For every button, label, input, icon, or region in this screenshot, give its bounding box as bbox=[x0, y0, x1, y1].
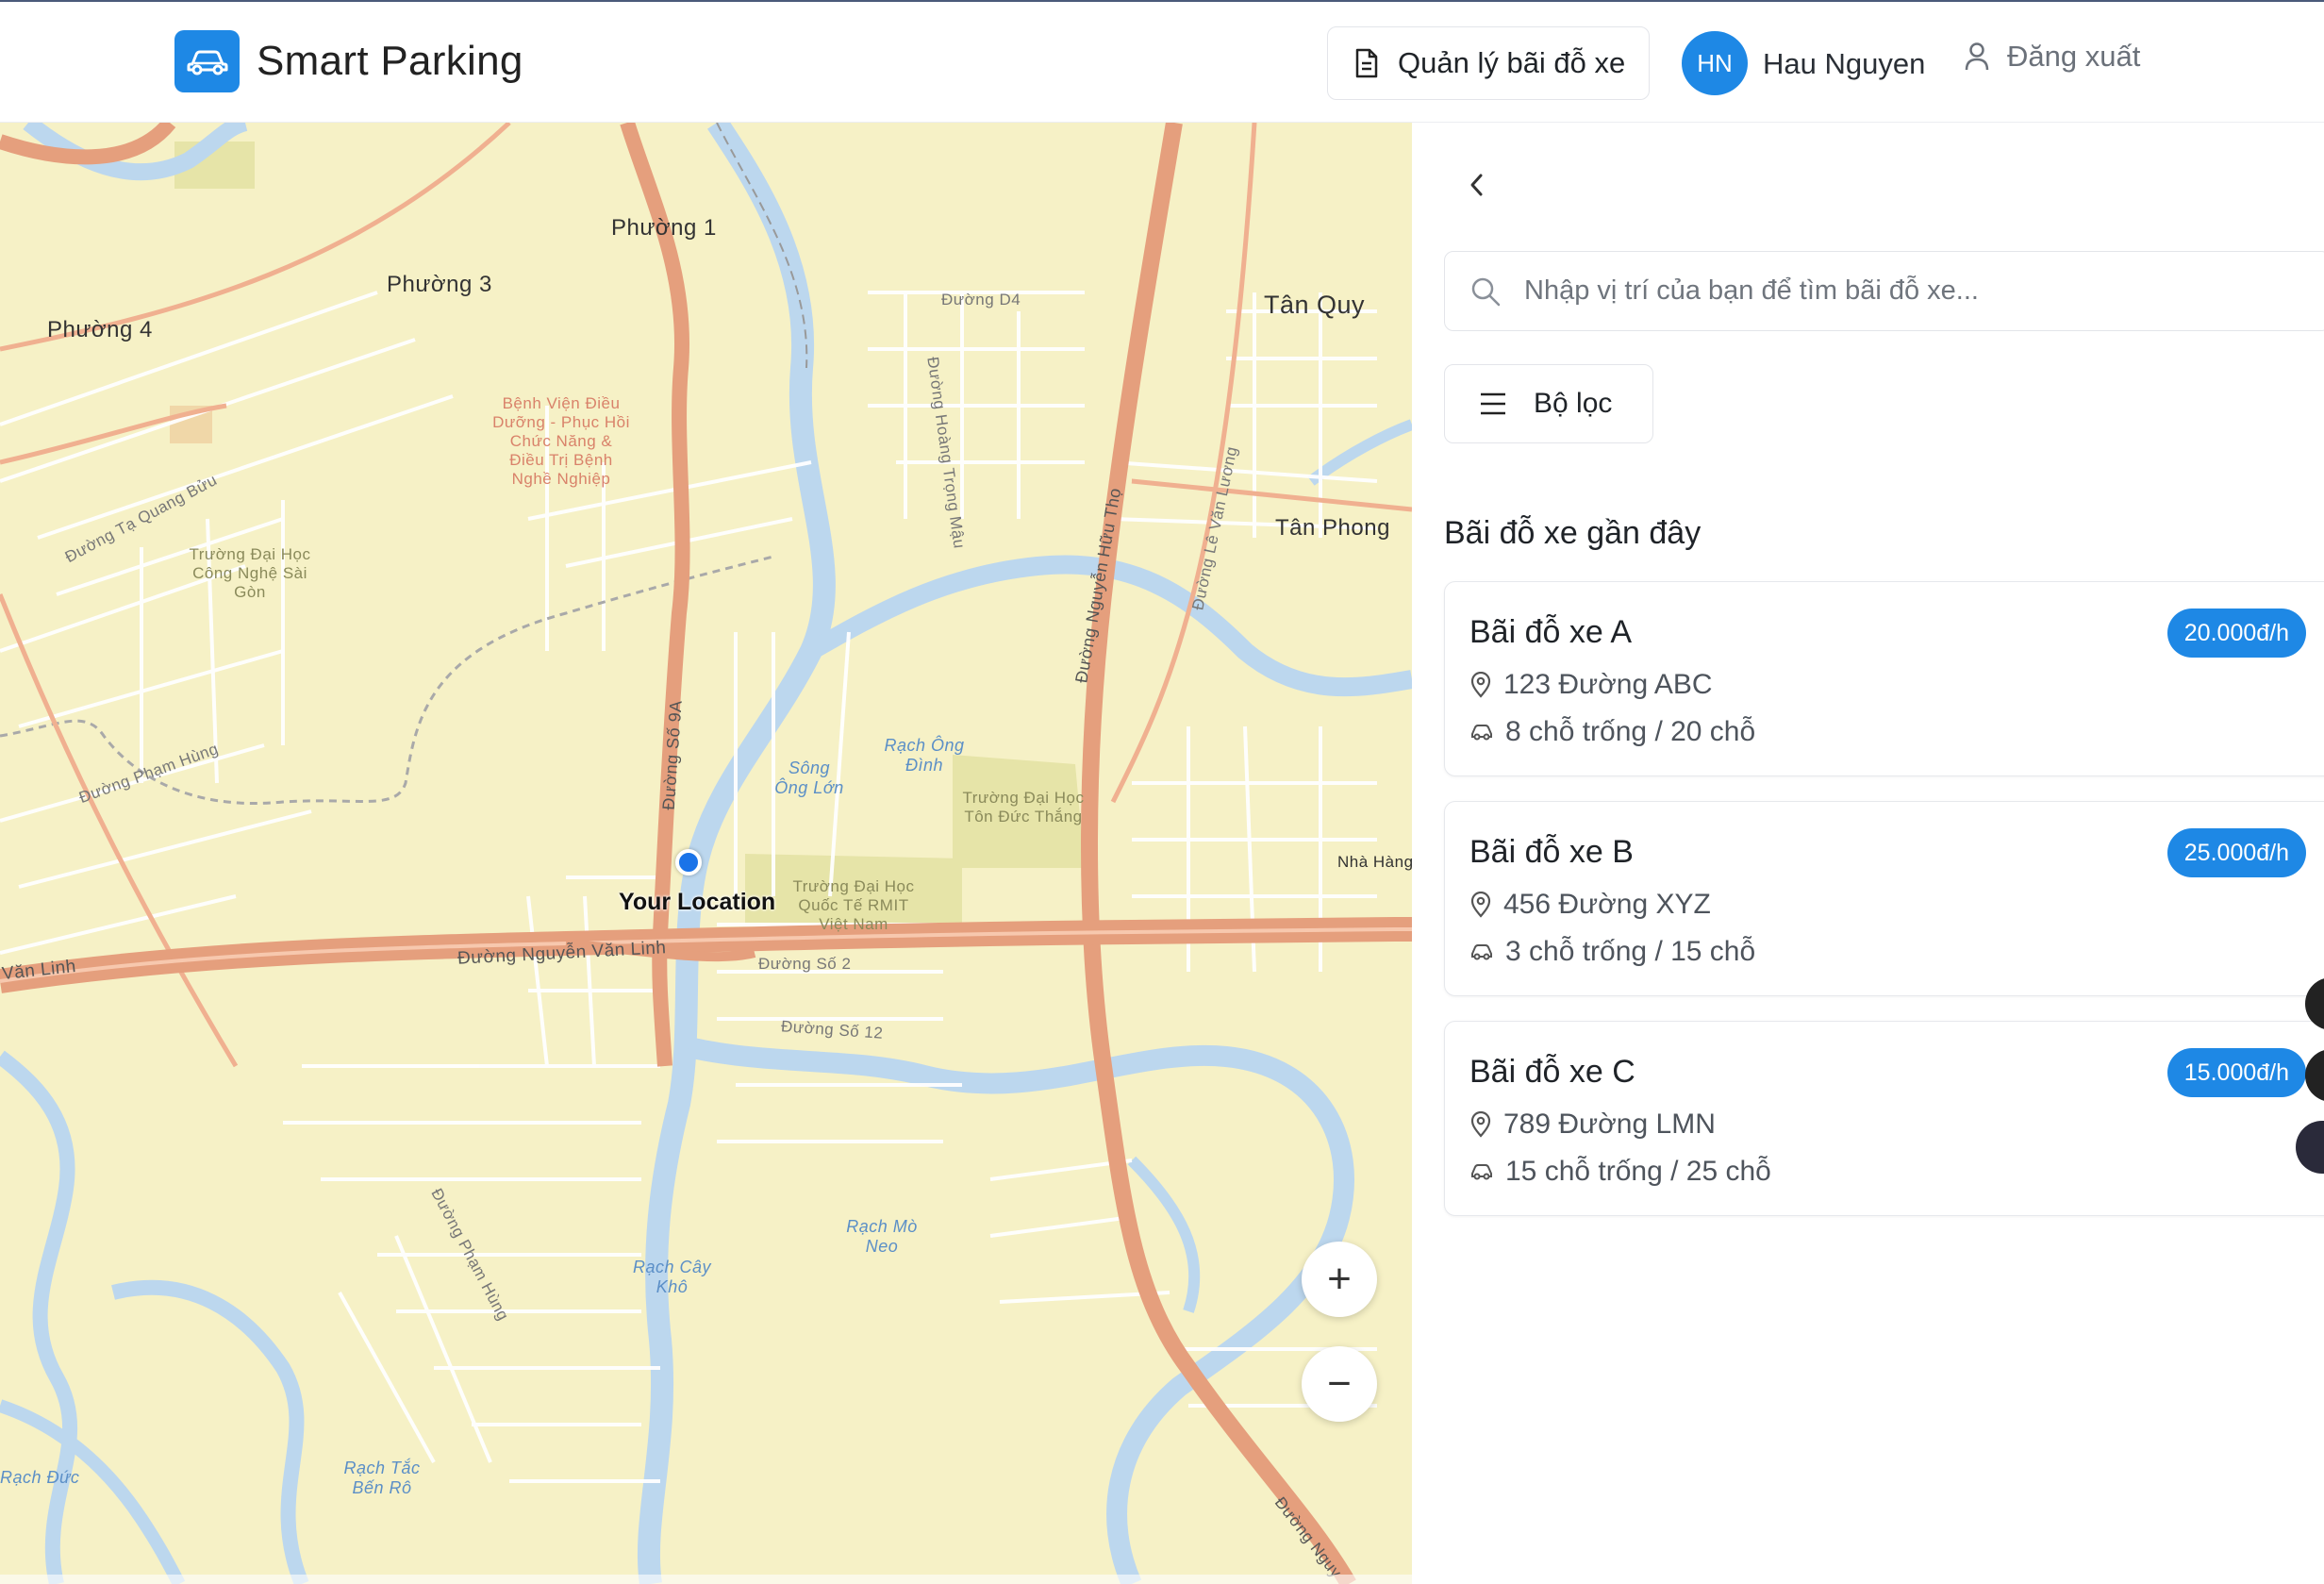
map-water-rach-tac-ben-ro: Rạch Tắc Bến Rô bbox=[343, 1459, 421, 1497]
map-poi-cnsg: Trường Đại Học Công Nghệ Sài Gòn bbox=[189, 545, 311, 601]
map-water-rach-duc: Rạch Đức bbox=[0, 1468, 80, 1487]
manage-parking-label: Quản lý bãi đỗ xe bbox=[1398, 46, 1626, 79]
map-label-nha-hang: Nhà Hàng bbox=[1337, 853, 1412, 871]
avatar[interactable]: HN bbox=[1682, 31, 1748, 95]
parking-availability: 15 chỗ trống / 25 chỗ bbox=[1505, 1156, 1771, 1187]
car-icon bbox=[187, 50, 227, 75]
app-title: Smart Parking bbox=[257, 38, 523, 84]
filter-label: Bộ lọc bbox=[1534, 388, 1613, 419]
map-label-tan-quy: Tân Quy bbox=[1264, 291, 1366, 319]
map-water-rach-ong-dinh: Rạch Ông Đình bbox=[884, 736, 965, 775]
map-poi-tdt: Trường Đại Học Tôn Đức Thắng bbox=[962, 789, 1085, 825]
zoom-in-button[interactable]: + bbox=[1302, 1242, 1377, 1317]
parking-card[interactable]: Bãi đỗ xe A 20.000đ/h 123 Đường ABC 8 ch… bbox=[1444, 581, 2324, 776]
document-icon bbox=[1355, 48, 1378, 78]
map-poi-hospital: Bệnh Viện Điều Dưỡng - Phục Hồi Chức Năn… bbox=[492, 394, 630, 488]
parking-name: Bãi đỗ xe C bbox=[1469, 1054, 1635, 1090]
parking-name: Bãi đỗ xe A bbox=[1469, 614, 1633, 650]
map-label-phuong-4: Phường 4 bbox=[47, 317, 153, 342]
parking-availability-row: 15 chỗ trống / 25 chỗ bbox=[1469, 1156, 1771, 1188]
chevron-left-icon bbox=[1470, 174, 1483, 196]
user-name: Hau Nguyen bbox=[1763, 47, 1926, 80]
map-label-tan-phong: Tân Phong bbox=[1275, 515, 1390, 541]
parking-address-row: 789 Đường LMN bbox=[1469, 1109, 1716, 1141]
map-view[interactable]: Phường 1 Phường 3 Phường 4 Tân Quy Tân P… bbox=[0, 123, 1412, 1584]
parking-card[interactable]: Bãi đỗ xe C 15.000đ/h 789 Đường LMN 15 c… bbox=[1444, 1021, 2324, 1216]
map-label-phuong-1: Phường 1 bbox=[611, 215, 717, 241]
parking-availability-row: 3 chỗ trống / 15 chỗ bbox=[1469, 936, 1755, 968]
location-pin-icon bbox=[1470, 1111, 1491, 1138]
parking-availability: 8 chỗ trống / 20 chỗ bbox=[1505, 716, 1756, 747]
parking-address-row: 123 Đường ABC bbox=[1469, 669, 1713, 701]
current-location-marker[interactable] bbox=[675, 849, 702, 875]
parking-availability: 3 chỗ trống / 15 chỗ bbox=[1505, 936, 1756, 967]
back-button[interactable] bbox=[1460, 168, 1494, 202]
car-icon bbox=[1471, 725, 1492, 741]
car-icon bbox=[1471, 1164, 1492, 1180]
nearby-title: Bãi đỗ xe gần đây bbox=[1444, 515, 1702, 551]
parking-address-row: 456 Đường XYZ bbox=[1469, 889, 1711, 921]
parking-address: 123 Đường ABC bbox=[1503, 669, 1713, 700]
map-tiles bbox=[0, 123, 1412, 1584]
logout-label: Đăng xuất bbox=[2007, 40, 2141, 73]
location-pin-icon bbox=[1470, 892, 1491, 918]
parking-name: Bãi đỗ xe B bbox=[1469, 834, 1634, 870]
price-badge: 15.000đ/h bbox=[2166, 1048, 2306, 1097]
price-badge: 25.000đ/h bbox=[2166, 828, 2306, 877]
search-input[interactable] bbox=[1524, 275, 2298, 307]
map-water-rach-cay-kho: Rạch Cây Khô bbox=[632, 1258, 712, 1296]
zoom-out-button[interactable]: − bbox=[1302, 1346, 1377, 1422]
location-pin-icon bbox=[1470, 672, 1491, 698]
location-search[interactable] bbox=[1444, 251, 2324, 331]
price-badge: 20.000đ/h bbox=[2166, 609, 2306, 658]
car-icon bbox=[1471, 944, 1492, 960]
manage-parking-button[interactable]: Quản lý bãi đỗ xe bbox=[1327, 26, 1650, 100]
parking-card[interactable]: Bãi đỗ xe B 25.000đ/h 456 Đường XYZ 3 ch… bbox=[1444, 801, 2324, 996]
user-icon bbox=[1965, 42, 1989, 71]
parking-availability-row: 8 chỗ trống / 20 chỗ bbox=[1469, 716, 1755, 748]
map-label-duong-d4: Đường D4 bbox=[941, 291, 1021, 308]
map-attribution bbox=[0, 1575, 1412, 1584]
parking-address: 456 Đường XYZ bbox=[1503, 889, 1711, 920]
app-logo[interactable] bbox=[174, 30, 240, 92]
parking-address: 789 Đường LMN bbox=[1503, 1109, 1716, 1140]
app-header: Smart Parking Quản lý bãi đỗ xe HN Hau N… bbox=[0, 2, 2324, 123]
map-poi-rmit: Trường Đại Học Quốc Tế RMIT Việt Nam bbox=[792, 877, 915, 933]
map-water-song-ong-lon: Sông Ông Lớn bbox=[774, 759, 844, 797]
menu-icon bbox=[1481, 392, 1505, 415]
filter-button[interactable]: Bộ lọc bbox=[1444, 364, 1653, 443]
logout-button[interactable]: Đăng xuất bbox=[1964, 40, 2140, 74]
current-location-label: Your Location bbox=[619, 889, 776, 915]
map-label-duong-so-2: Đường Số 2 bbox=[758, 955, 852, 973]
search-icon bbox=[1471, 277, 1501, 306]
map-label-phuong-3: Phường 3 bbox=[387, 272, 492, 297]
map-water-rach-mo-neo: Rạch Mò Neo bbox=[846, 1217, 918, 1256]
